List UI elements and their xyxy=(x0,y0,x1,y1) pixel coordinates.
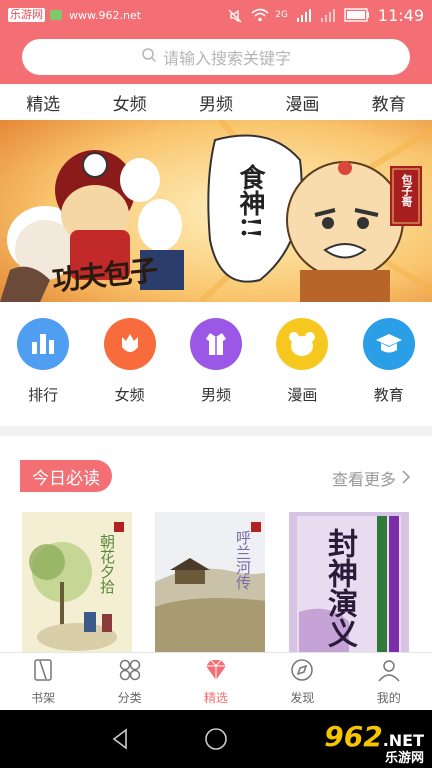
category-ranking[interactable]: 排行 xyxy=(8,318,78,414)
app-badge: 乐游网 xyxy=(8,8,45,22)
book-title: 封神演义 xyxy=(322,528,357,648)
book-cover[interactable]: 呼兰河传 xyxy=(155,512,265,652)
battery-icon xyxy=(344,8,370,22)
see-more-label: 查看更多 xyxy=(331,470,396,489)
diamond-icon xyxy=(205,659,226,680)
tab-female[interactable]: 女频 xyxy=(107,90,153,115)
section-header: 今日必读 查看更多 xyxy=(0,456,432,496)
nav-profile[interactable]: 我的 xyxy=(359,657,419,706)
wifi-icon xyxy=(251,8,269,22)
clock: 11:49 xyxy=(377,5,424,25)
search-header: 请输入搜索关键字 xyxy=(0,30,432,84)
signal-2-icon xyxy=(320,8,336,22)
category-label: 女频 xyxy=(114,386,145,404)
nav-label: 分类 xyxy=(117,691,142,705)
nav-label: 精选 xyxy=(203,691,228,705)
book-cover[interactable]: 封神演义 xyxy=(289,512,409,652)
watermark-number: 962 xyxy=(324,720,383,753)
nav-label: 发现 xyxy=(290,691,315,705)
bear-icon xyxy=(276,318,329,370)
nav-label: 书架 xyxy=(31,691,56,705)
watermark: 962.NET 乐游网 xyxy=(324,720,424,766)
bookshelf-icon xyxy=(34,659,52,681)
search-placeholder: 请输入搜索关键字 xyxy=(162,49,291,68)
mute-icon xyxy=(227,8,243,23)
search-icon xyxy=(141,47,157,67)
category-label: 漫画 xyxy=(287,386,318,404)
book-title: 朝花夕拾 xyxy=(98,534,116,594)
category-education[interactable]: 教育 xyxy=(354,318,424,414)
section-divider xyxy=(0,426,432,436)
category-row: 排行 女频 男频 漫画 教育 xyxy=(0,318,432,414)
banner-tag: 包子哥 xyxy=(400,174,413,207)
nav-category[interactable]: 分类 xyxy=(100,657,160,706)
category-comics[interactable]: 漫画 xyxy=(267,318,337,414)
site-url: www.962.net xyxy=(69,8,142,22)
nav-bookshelf[interactable]: 书架 xyxy=(13,657,73,706)
promo-banner[interactable]: 功夫包子 食神!! 包子哥 xyxy=(0,120,432,302)
nav-discover[interactable]: 发现 xyxy=(272,657,332,706)
bottom-nav: 书架 分类 精选 发现 我的 xyxy=(0,652,432,710)
system-nav-bar: 962.NET 乐游网 xyxy=(0,710,432,768)
category-label: 男频 xyxy=(200,386,231,404)
category-male[interactable]: 男频 xyxy=(181,318,251,414)
see-more-link[interactable]: 查看更多 xyxy=(331,466,411,490)
top-tabs: 精选 女频 男频 漫画 教育 xyxy=(0,84,432,123)
tab-education[interactable]: 教育 xyxy=(366,90,412,115)
book-title: 呼兰河传 xyxy=(234,530,252,590)
search-input[interactable]: 请输入搜索关键字 xyxy=(22,39,410,75)
category-label: 教育 xyxy=(373,386,404,404)
compass-icon xyxy=(291,659,314,681)
category-female[interactable]: 女频 xyxy=(95,318,165,414)
tab-featured[interactable]: 精选 xyxy=(20,90,66,123)
profile-icon xyxy=(378,660,400,682)
ranking-icon xyxy=(17,318,70,370)
graduation-cap-icon xyxy=(362,318,415,370)
network-type: 2G xyxy=(275,10,288,20)
chevron-right-icon xyxy=(402,469,411,488)
tab-comics[interactable]: 漫画 xyxy=(279,90,325,115)
book-list: 朝花夕拾 呼兰河传 封神演义 xyxy=(0,512,432,652)
home-icon[interactable] xyxy=(204,727,228,751)
tulip-icon xyxy=(103,318,156,370)
section-title: 今日必读 xyxy=(20,460,112,492)
book-cover[interactable]: 朝花夕拾 xyxy=(22,512,132,652)
nav-label: 我的 xyxy=(376,691,401,705)
category-icon xyxy=(119,659,140,681)
shirt-icon xyxy=(189,318,242,370)
signal-icon xyxy=(296,8,312,22)
back-icon[interactable] xyxy=(108,727,132,751)
category-label: 排行 xyxy=(28,386,59,404)
notification-icon xyxy=(49,8,65,22)
nav-featured[interactable]: 精选 xyxy=(186,657,246,706)
tab-male[interactable]: 男频 xyxy=(193,90,239,115)
banner-shout: 食神!! xyxy=(235,164,265,239)
status-bar: 乐游网 www.962.net 2G 11:49 xyxy=(0,0,432,30)
